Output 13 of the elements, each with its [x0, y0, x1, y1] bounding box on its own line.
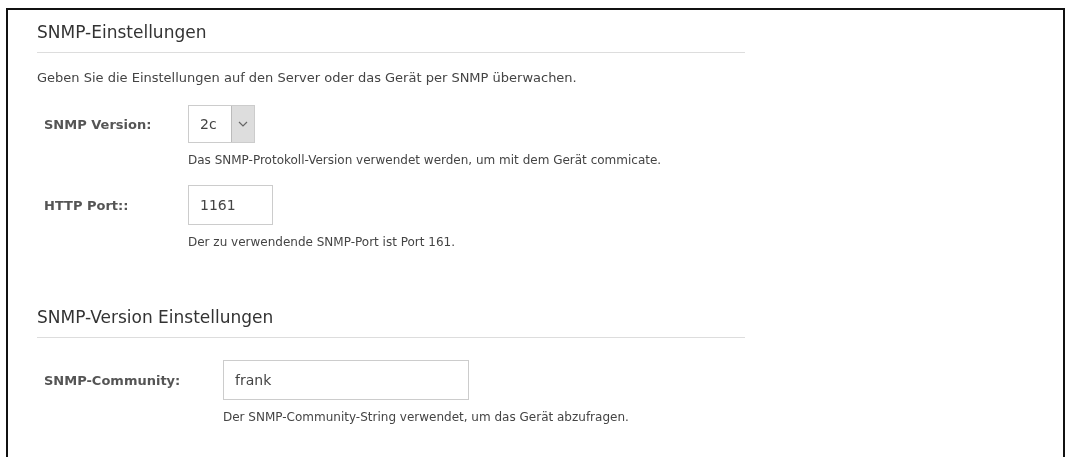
help-text: Der zu verwendende SNMP-Port ist Port 161. [188, 235, 456, 249]
version-select[interactable]: 2c [188, 105, 255, 143]
caret-icon [238, 121, 248, 127]
field-label: SNMP-Community: [44, 372, 182, 388]
input-field[interactable]: 1161 [188, 185, 273, 225]
field-label: HTTP Port:: [44, 197, 130, 213]
help-text: Das SNMP-Protokoll-Version verwendet werden, um mit dem Gerät commicate. [188, 153, 663, 167]
field-label: SNMP Version: [44, 116, 153, 132]
intro-text: Geben Sie die Einstellungen auf den Server oder das Gerät per SNMP überwachen. [37, 70, 578, 85]
section-heading: SNMP-Einstellungen [37, 22, 745, 53]
section-heading: SNMP-Version Einstellungen [37, 307, 745, 338]
help-text: Der SNMP-Community-String verwendet, um das Gerät abzufragen. [223, 410, 630, 424]
input-field[interactable]: frank [223, 360, 469, 400]
